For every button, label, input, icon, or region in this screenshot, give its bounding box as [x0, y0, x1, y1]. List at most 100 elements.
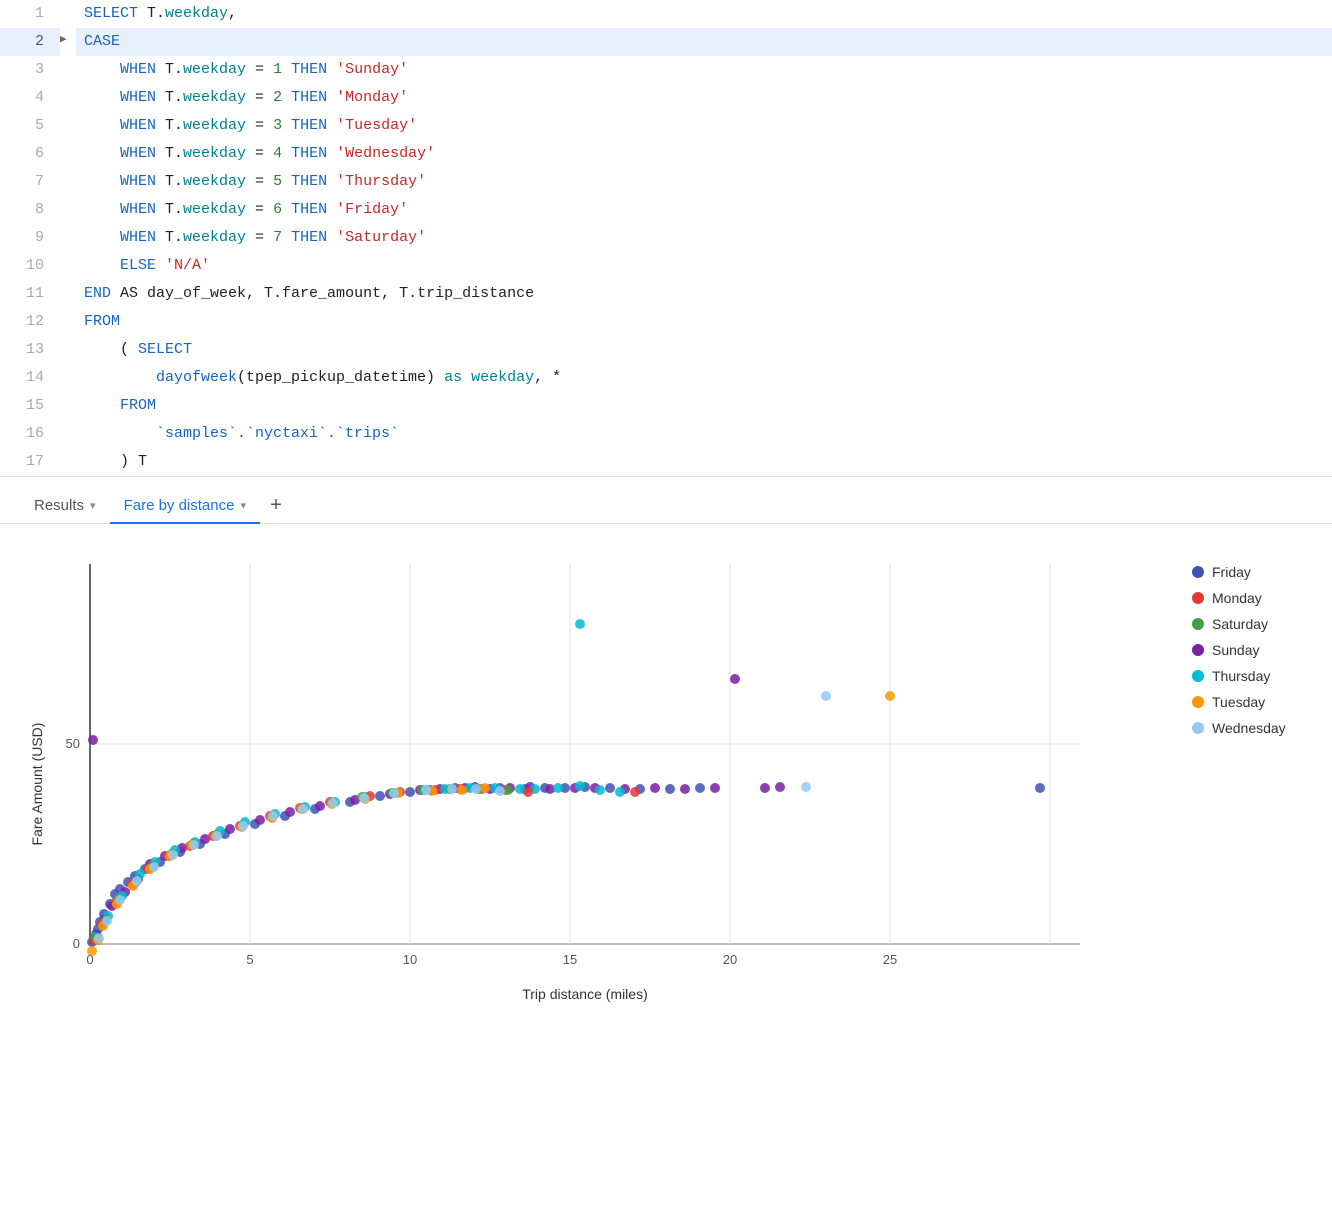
code-token: T. [165, 61, 183, 78]
legend-dot [1192, 618, 1204, 630]
code-token: 'Wednesday' [336, 145, 435, 162]
svg-text:20: 20 [723, 952, 737, 967]
tab-results[interactable]: Results ▾ [20, 489, 110, 524]
code-token: AS [120, 285, 147, 302]
code-line: 13 ( SELECT [0, 336, 1332, 364]
chart-legend: FridayMondaySaturdaySundayThursdayTuesda… [1192, 544, 1312, 1024]
code-line-content: ) T [76, 448, 1332, 476]
line-number: 1 [0, 0, 60, 28]
code-token: 'N/A' [165, 257, 210, 274]
legend-label: Sunday [1212, 642, 1259, 658]
code-token: T. [165, 145, 183, 162]
code-token: ( [84, 341, 138, 358]
svg-text:5: 5 [246, 952, 253, 967]
code-token: WHEN [84, 61, 165, 78]
code-line-content: ( SELECT [76, 336, 1332, 364]
code-line-content: END AS day_of_week, T.fare_amount, T.tri… [76, 280, 1332, 308]
legend-dot [1192, 592, 1204, 604]
code-line-content: ELSE 'N/A' [76, 252, 1332, 280]
line-arrow [60, 0, 76, 28]
code-token: as weekday [444, 369, 534, 386]
code-token: 'Saturday' [336, 229, 426, 246]
line-number: 3 [0, 56, 60, 84]
code-token: SELECT [84, 5, 147, 22]
code-token: weekday [165, 5, 228, 22]
code-line-content: WHEN T.weekday = 7 THEN 'Saturday' [76, 224, 1332, 252]
code-line: 11 END AS day_of_week, T.fare_amount, T.t… [0, 280, 1332, 308]
code-line: 10 ELSE 'N/A' [0, 252, 1332, 280]
code-line: 8 WHEN T.weekday = 6 THEN 'Friday' [0, 196, 1332, 224]
code-token: END [84, 285, 120, 302]
code-token: WHEN [84, 229, 165, 246]
line-arrow [60, 308, 76, 336]
code-line: 17 ) T [0, 448, 1332, 476]
code-line: 16 `samples`.`nyctaxi`.`trips` [0, 420, 1332, 448]
line-arrow [60, 112, 76, 140]
line-arrow [60, 140, 76, 168]
line-arrow [60, 448, 76, 476]
line-number: 4 [0, 84, 60, 112]
legend-item: Sunday [1192, 642, 1312, 658]
line-arrow [60, 336, 76, 364]
code-token: (tpep_pickup_datetime) [237, 369, 444, 386]
code-line: 1SELECT T.weekday, [0, 0, 1332, 28]
tab-results-label: Results [34, 497, 84, 514]
legend-dot [1192, 696, 1204, 708]
chevron-down-icon: ▾ [90, 499, 96, 512]
code-token: THEN [282, 117, 336, 134]
line-number: 16 [0, 420, 60, 448]
legend-label: Tuesday [1212, 694, 1265, 710]
line-arrow [60, 392, 76, 420]
line-number: 8 [0, 196, 60, 224]
line-arrow [60, 84, 76, 112]
code-token: = [246, 145, 273, 162]
code-token: , * [534, 369, 561, 386]
line-number: 15 [0, 392, 60, 420]
code-token: = [246, 61, 273, 78]
code-token: FROM [84, 313, 120, 330]
code-token: = [246, 89, 273, 106]
legend-item: Monday [1192, 590, 1312, 606]
code-token: weekday [183, 173, 246, 190]
svg-text:15: 15 [563, 952, 577, 967]
tabs-bar: Results ▾ Fare by distance ▾ + [0, 477, 1332, 524]
code-token: 'Sunday' [336, 61, 408, 78]
tab-fare-by-distance[interactable]: Fare by distance ▾ [110, 489, 260, 524]
results-section: Results ▾ Fare by distance ▾ + Fare Amou… [0, 477, 1332, 1044]
code-token: T. [165, 117, 183, 134]
add-tab-button[interactable]: + [260, 489, 292, 521]
line-number: 6 [0, 140, 60, 168]
svg-text:50: 50 [66, 736, 80, 751]
code-token: T. [165, 201, 183, 218]
code-token: 5 [273, 173, 282, 190]
code-token: T. [165, 229, 183, 246]
code-token: 'Friday' [336, 201, 408, 218]
code-line-content: WHEN T.weekday = 5 THEN 'Thursday' [76, 168, 1332, 196]
line-number: 14 [0, 364, 60, 392]
code-token: dayofweek [84, 369, 237, 386]
code-token: = [246, 229, 273, 246]
code-token: THEN [282, 229, 336, 246]
code-token: SELECT [138, 341, 192, 358]
code-line-content: WHEN T.weekday = 2 THEN 'Monday' [76, 84, 1332, 112]
code-line: 9 WHEN T.weekday = 7 THEN 'Saturday' [0, 224, 1332, 252]
code-token: = [246, 117, 273, 134]
code-token: 2 [273, 89, 282, 106]
code-line-content: FROM [76, 308, 1332, 336]
line-arrow [60, 168, 76, 196]
code-token: = [246, 173, 273, 190]
chevron-down-icon: ▾ [240, 499, 246, 512]
legend-item: Saturday [1192, 616, 1312, 632]
code-line: 15 FROM [0, 392, 1332, 420]
code-token: 'Monday' [336, 89, 408, 106]
legend-label: Saturday [1212, 616, 1268, 632]
legend-dot [1192, 566, 1204, 578]
line-arrow [60, 420, 76, 448]
line-arrow [60, 56, 76, 84]
code-token: 3 [273, 117, 282, 134]
svg-text:25: 25 [883, 952, 897, 967]
legend-item: Wednesday [1192, 720, 1312, 736]
line-arrow [60, 196, 76, 224]
line-number: 10 [0, 252, 60, 280]
line-number: 11 [0, 280, 60, 308]
